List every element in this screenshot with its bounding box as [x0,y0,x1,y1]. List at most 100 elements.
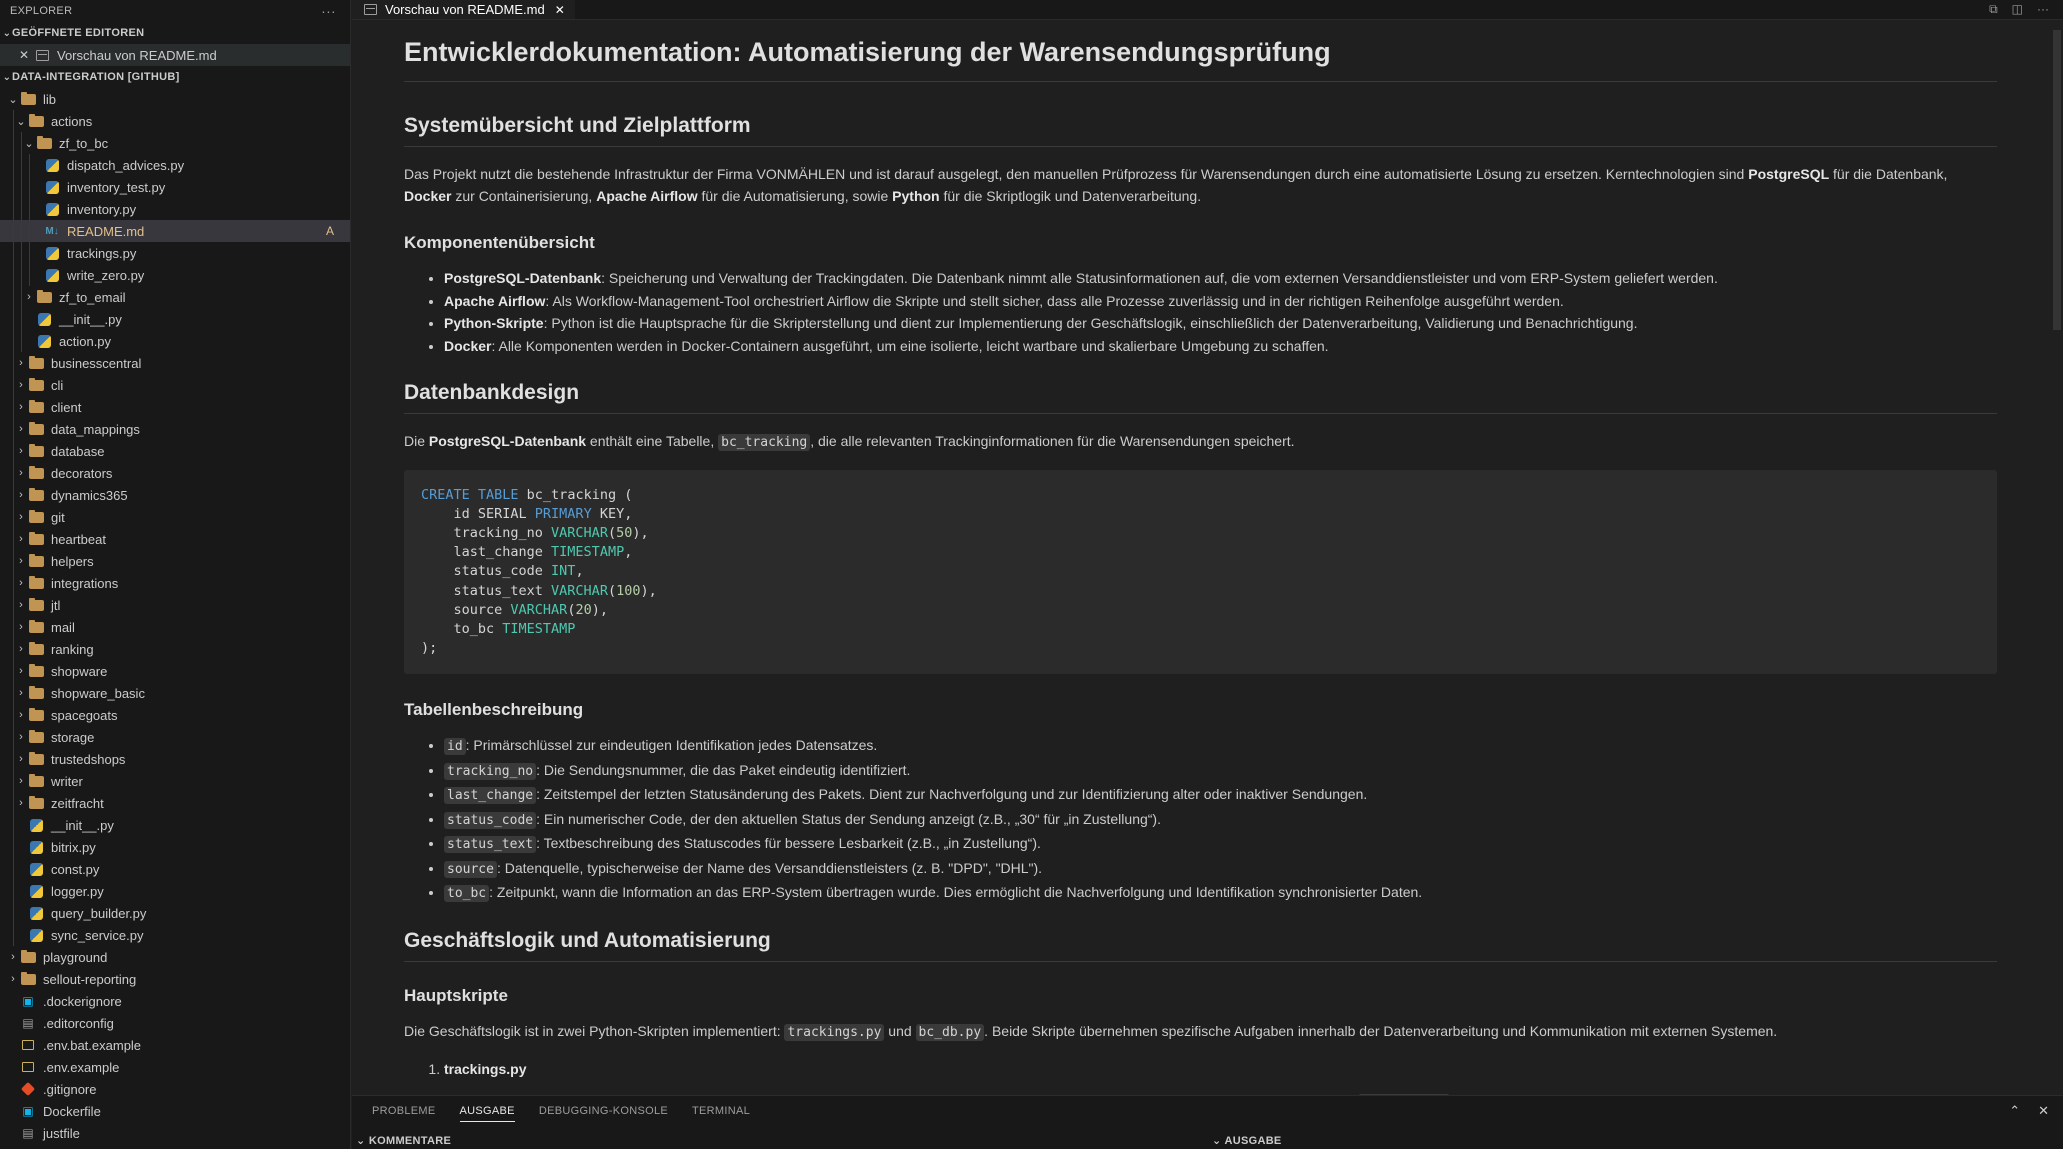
tree-item-database[interactable]: › database [0,440,350,462]
tree-item-env-bat-example[interactable]: .env.bat.example [0,1034,350,1056]
tree-item-gitignore[interactable]: .gitignore [0,1078,350,1100]
tree-item-label: README.md [67,223,145,239]
tree-item-init-py[interactable]: __init__.py [0,814,350,836]
tree-item-label: zf_to_bc [59,135,109,151]
more-actions-icon[interactable]: ··· [2037,2,2049,17]
list-item: tracking_no: Die Sendungsnummer, die das… [444,759,1997,783]
tree-item-shopware[interactable]: › shopware [0,660,350,682]
tree-item-label: .env.bat.example [43,1037,142,1053]
tree-item-const-py[interactable]: const.py [0,858,350,880]
tree-item-zf-to-email[interactable]: › zf_to_email [0,286,350,308]
panel-tabs: PROBLEME AUSGABE DEBUGGING-KONSOLE TERMINAL [352,1096,2063,1126]
tree-item-trustedshops[interactable]: › trustedshops [0,748,350,770]
tree-item-dispatch-advices-py[interactable]: dispatch_advices.py [0,154,350,176]
tree-item-client[interactable]: › client [0,396,350,418]
open-editor-item[interactable]: ✕ Vorschau von README.md [0,44,350,66]
tree-item-cli[interactable]: › cli [0,374,350,396]
close-icon[interactable]: ✕ [14,48,34,62]
tree-item-data-mappings[interactable]: › data_mappings [0,418,350,440]
tree-item-decorators[interactable]: › decorators [0,462,350,484]
tree-item-storage[interactable]: › storage [0,726,350,748]
heading-hauptskripte: Hauptskripte [404,986,508,1006]
tree-item-businesscentral[interactable]: › businesscentral [0,352,350,374]
tree-item-env-example[interactable]: .env.example [0,1056,350,1078]
scrollbar[interactable] [2053,30,2061,330]
tree-item-integrations[interactable]: › integrations [0,572,350,594]
panel-tab-terminal[interactable]: TERMINAL [692,1105,750,1117]
indent-guide [13,308,14,330]
tree-item-label: query_builder.py [51,905,147,921]
code-text: ( [607,582,617,599]
panel-tab-debugging-konsole[interactable]: DEBUGGING-KONSOLE [539,1105,668,1117]
tree-item-writer[interactable]: › writer [0,770,350,792]
tree-item-label: data_mappings [51,421,140,437]
tree-item-zeitfracht[interactable]: › zeitfracht [0,792,350,814]
indent-guide [13,572,14,594]
code-number: 100 [616,582,641,599]
tree-item-bitrix-py[interactable]: bitrix.py [0,836,350,858]
tree-item-dynamics365[interactable]: › dynamics365 [0,484,350,506]
tree-item-write-zero-py[interactable]: write_zero.py [0,264,350,286]
tree-item-inventory-test-py[interactable]: inventory_test.py [0,176,350,198]
indent-guide [13,814,14,836]
more-actions-icon[interactable]: ··· [321,3,336,19]
tree-item-spacegoats[interactable]: › spacegoats [0,704,350,726]
open-editors-section[interactable]: ⌄ GEÖFFNETE EDITOREN [0,22,350,44]
tree-item-logger-py[interactable]: logger.py [0,880,350,902]
hauptskripte-paragraph: Die Geschäftslogik ist in zwei Python-Sk… [404,1020,1997,1044]
folder-icon [20,949,36,964]
chevron-right-icon: › [19,467,23,479]
text-run: : Alle Komponenten werden in Docker-Cont… [491,337,1329,354]
code-type: VARCHAR [551,582,608,599]
bold-text: Docker [444,337,492,354]
bold-text: Python-Skripte [444,315,544,331]
panel-tab-ausgabe[interactable]: AUSGABE [459,1105,515,1122]
tree-item-helpers[interactable]: › helpers [0,550,350,572]
close-icon[interactable]: ✕ [555,3,565,17]
tree-item-action-py[interactable]: action.py [0,330,350,352]
chevron-right-icon: › [27,291,31,303]
tree-item-init-py[interactable]: __init__.py [0,308,350,330]
inline-code: status_text [444,836,537,854]
tree-item-shopware-basic[interactable]: › shopware_basic [0,682,350,704]
tree-item-query-builder-py[interactable]: query_builder.py [0,902,350,924]
heading-datenbankdesign: Datenbankdesign [404,381,1997,414]
panel-tab-probleme[interactable]: PROBLEME [372,1105,436,1117]
tree-item-label: client [51,399,82,415]
open-editor-label: Vorschau von README.md [57,47,217,63]
tab-readme-preview[interactable]: Vorschau von README.md ✕ [352,0,575,19]
split-editor-icon[interactable]: ◫ [2012,2,2023,17]
tree-item-git[interactable]: › git [0,506,350,528]
tree-item-jtl[interactable]: › jtl [0,594,350,616]
tree-item-inventory-py[interactable]: inventory.py [0,198,350,220]
tree-item-label: zeitfracht [51,795,104,811]
open-source-icon[interactable]: ⧉ [1989,2,1998,17]
tree-item-editorconfig[interactable]: ▤ .editorconfig [0,1012,350,1034]
tree-item-ranking[interactable]: › ranking [0,638,350,660]
tree-item-dockerignore[interactable]: ▣ .dockerignore [0,990,350,1012]
tree-item-zf-to-bc[interactable]: ⌄ zf_to_bc [0,132,350,154]
folder-icon [28,377,44,392]
tree-item-label: .gitignore [43,1081,97,1097]
chevron-right-icon: › [19,709,23,721]
tree-item-sync-service-py[interactable]: sync_service.py [0,924,350,946]
tree-item-sellout-reporting[interactable]: › sellout-reporting [0,968,350,990]
chevron-up-icon[interactable]: ⌃ [2009,1103,2020,1119]
kommentare-section[interactable]: ⌄ KOMMENTARE [356,1134,451,1147]
tree-item-actions[interactable]: ⌄ actions [0,110,350,132]
tree-item-dockerfile[interactable]: ▣ Dockerfile [0,1100,350,1122]
inline-code: tracking_no [444,762,537,780]
tree-item-mail[interactable]: › mail [0,616,350,638]
ausgabe-section[interactable]: ⌄ AUSGABE [1212,1134,1282,1147]
tree-item-trackings-py[interactable]: trackings.py [0,242,350,264]
tree-item-label: mail [51,619,75,635]
tree-item-lib[interactable]: ⌄ lib [0,88,350,110]
indent-guide [13,638,14,660]
python-file-icon [28,928,44,942]
tree-item-playground[interactable]: › playground [0,946,350,968]
close-icon[interactable]: ✕ [2038,1103,2049,1119]
tree-item-heartbeat[interactable]: › heartbeat [0,528,350,550]
tree-item-justfile[interactable]: ▤ justfile [0,1122,350,1144]
tree-item-readme-md[interactable]: M↓ README.md A [0,220,350,242]
workspace-section[interactable]: ⌄ DATA-INTEGRATION [GITHUB] [0,66,350,88]
